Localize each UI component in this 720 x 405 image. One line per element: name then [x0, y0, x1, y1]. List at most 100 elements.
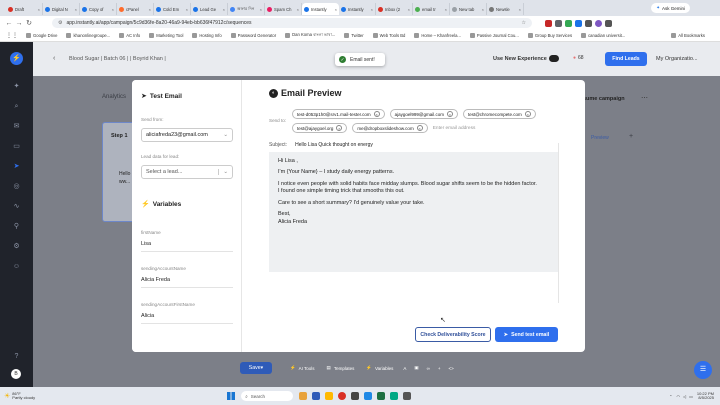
- bookmark-item[interactable]: Hosting Info: [192, 32, 222, 39]
- all-bookmarks[interactable]: All Bookmarks: [671, 33, 705, 38]
- bookmark-item[interactable]: Password Generator: [230, 32, 276, 39]
- reload-icon[interactable]: ↻: [24, 19, 34, 27]
- variable-value[interactable]: Alicia Freda: [141, 277, 233, 288]
- bookmark-item[interactable]: Google Drive: [26, 32, 57, 39]
- mail-icon[interactable]: ▭: [12, 142, 21, 151]
- browser-tab[interactable]: অফার দিন ×: [228, 3, 265, 15]
- browser-tab[interactable]: Spam Ch ×: [265, 3, 302, 15]
- send-from-select[interactable]: aliciafreda23@gmail.com ⌄: [141, 128, 233, 142]
- email-input[interactable]: Enter email address: [433, 126, 476, 131]
- close-tab-icon[interactable]: ×: [481, 7, 484, 12]
- app-icon[interactable]: [403, 392, 412, 400]
- templates-icon[interactable]: ▤: [327, 365, 331, 371]
- battery-icon[interactable]: ▭: [689, 394, 693, 399]
- browser-tab[interactable]: email tr ×: [413, 3, 450, 15]
- remove-recipient-icon[interactable]: ×: [524, 111, 531, 117]
- variables-icon[interactable]: ⚡: [366, 365, 372, 371]
- browser-tab[interactable]: cPanel ×: [117, 3, 154, 15]
- code-icon[interactable]: <>: [449, 366, 454, 371]
- back-icon[interactable]: ←: [4, 20, 14, 27]
- tray-chevron-icon[interactable]: ⌃: [669, 394, 672, 399]
- variable-value[interactable]: Alicia: [141, 313, 233, 324]
- new-experience-toggle[interactable]: [549, 55, 559, 62]
- windows-start-icon[interactable]: [227, 392, 236, 400]
- bookmark-star-icon[interactable]: ☆: [522, 20, 526, 26]
- volume-icon[interactable]: ◁: [683, 394, 686, 399]
- extension-icon[interactable]: [555, 19, 562, 27]
- close-tab-icon[interactable]: ×: [407, 7, 410, 12]
- browser-tab[interactable]: New tab ×: [450, 3, 487, 15]
- browser-tab[interactable]: Copy of ×: [80, 3, 117, 15]
- ask-gemini-button[interactable]: ✦ Ask Gemini: [651, 3, 690, 13]
- extensions-menu-icon[interactable]: [585, 19, 592, 27]
- excel-icon[interactable]: [377, 392, 386, 400]
- settings-icon[interactable]: ⚙: [12, 242, 21, 251]
- close-tab-icon[interactable]: ×: [185, 7, 188, 12]
- close-tab-icon[interactable]: ×: [37, 7, 40, 12]
- close-tab-icon[interactable]: ×: [111, 7, 114, 12]
- extension-icon[interactable]: [575, 19, 582, 27]
- extension-icon[interactable]: [545, 19, 552, 27]
- chrome-icon[interactable]: [338, 392, 347, 400]
- leads-icon[interactable]: ☺: [12, 262, 21, 271]
- check-deliverability-button[interactable]: Check Deliverability Score: [415, 327, 491, 342]
- pause-campaign-button[interactable]: sume campaign: [583, 96, 625, 102]
- close-tab-icon[interactable]: ×: [74, 7, 77, 12]
- image-icon[interactable]: ▣: [414, 365, 418, 371]
- variable-value[interactable]: Lisa: [141, 241, 233, 252]
- close-tab-icon[interactable]: ×: [259, 7, 262, 12]
- organization-dropdown[interactable]: My Organizatio...: [656, 56, 698, 62]
- url-field[interactable]: ⚙ app.instantly.ai/app/campaign/5c9d36fe…: [52, 18, 532, 28]
- apps-icon[interactable]: ⋮⋮: [6, 32, 18, 39]
- text-format-icon[interactable]: A: [403, 366, 406, 371]
- remove-recipient-icon[interactable]: ×: [373, 111, 380, 117]
- close-tab-icon[interactable]: ×: [444, 7, 447, 12]
- inbox-icon[interactable]: ✉: [12, 122, 21, 131]
- bookmark-item[interactable]: Group Buy Services: [527, 32, 572, 39]
- browser-tab[interactable]: Inbox (2 ×: [376, 3, 413, 15]
- search-icon[interactable]: ⌕: [12, 102, 21, 111]
- save-button[interactable]: Save ▾: [240, 362, 272, 374]
- bookmark-item[interactable]: Twitter: [344, 32, 364, 39]
- close-tab-icon[interactable]: ×: [370, 7, 373, 12]
- browser-menu-icon[interactable]: [605, 19, 612, 27]
- taskbar-search[interactable]: ⌕ Search: [241, 391, 294, 401]
- browser-tab[interactable]: Draft ×: [6, 3, 43, 15]
- browser-tab[interactable]: Instantly ×: [339, 3, 376, 15]
- browser-tab[interactable]: Lead Ge ×: [191, 3, 228, 15]
- browser-tab[interactable]: Digital N ×: [43, 3, 80, 15]
- chat-support-icon[interactable]: ☰: [694, 361, 712, 379]
- app-icon[interactable]: [351, 392, 360, 400]
- browser-tab[interactable]: Cold Em ×: [154, 3, 191, 15]
- link-icon[interactable]: ∞: [427, 366, 430, 371]
- bookmark-item[interactable]: khanonlinegroupe...: [66, 32, 110, 39]
- forward-icon[interactable]: →: [14, 20, 24, 27]
- bookmark-item[interactable]: Marketing Tool: [149, 32, 183, 39]
- tab-analytics[interactable]: Analytics: [102, 94, 126, 100]
- ai-tools-icon[interactable]: ⚡: [290, 365, 296, 371]
- app-icon[interactable]: [312, 392, 321, 400]
- remove-recipient-icon[interactable]: ×: [446, 111, 453, 117]
- lead-select[interactable]: Select a lead... ⌄: [141, 165, 233, 179]
- app-icon[interactable]: [299, 392, 308, 400]
- crm-icon[interactable]: ◎: [12, 182, 21, 191]
- campaigns-icon[interactable]: ➤: [12, 162, 21, 171]
- send-test-email-button[interactable]: ➤ Send test email: [495, 327, 558, 342]
- rocket-icon[interactable]: ✦: [12, 82, 21, 91]
- close-tab-icon[interactable]: ×: [222, 7, 225, 12]
- recipients-field[interactable]: test-d053p1h0@srv1.mail-tester.com × ajayg…: [292, 109, 577, 133]
- user-avatar[interactable]: B: [11, 369, 21, 379]
- credits-badge[interactable]: ● 68: [573, 55, 584, 61]
- close-tab-icon[interactable]: ×: [518, 7, 521, 12]
- remove-recipient-icon[interactable]: ×: [336, 125, 343, 131]
- bookmark-item[interactable]: AC Info: [119, 32, 140, 39]
- edge-icon[interactable]: [364, 392, 373, 400]
- site-info-icon[interactable]: ⚙: [58, 20, 62, 26]
- browser-tab[interactable]: Newsle ×: [487, 3, 524, 15]
- wand-icon[interactable]: ⚲: [12, 222, 21, 231]
- browser-tab[interactable]: Instantly ×: [302, 3, 339, 15]
- profile-avatar[interactable]: [595, 19, 602, 27]
- wifi-icon[interactable]: ◠: [677, 394, 681, 399]
- help-icon[interactable]: ?: [12, 352, 21, 361]
- whatsapp-icon[interactable]: [390, 392, 399, 400]
